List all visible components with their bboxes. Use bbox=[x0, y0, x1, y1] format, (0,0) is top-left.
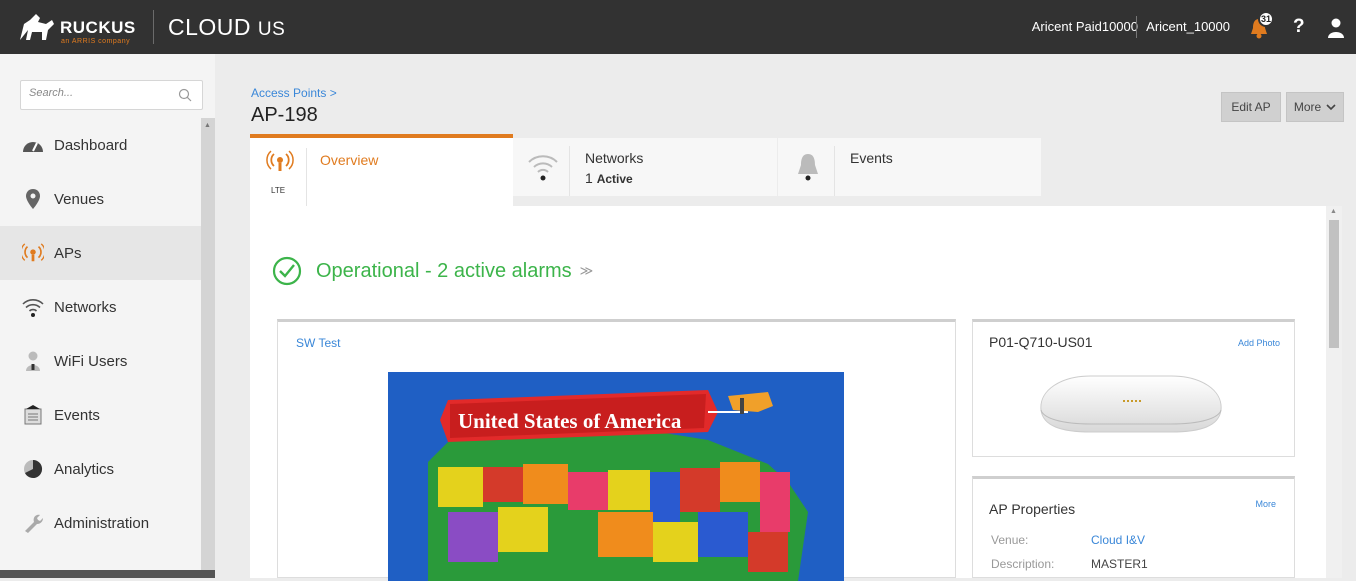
status-banner[interactable]: Operational - 2 active alarms ≫ bbox=[272, 256, 593, 286]
tab-divider bbox=[306, 148, 307, 206]
tab-networks[interactable]: Networks 1 Active bbox=[513, 138, 777, 196]
product-region: US bbox=[257, 19, 286, 40]
tab-overview[interactable]: LTE Overview bbox=[250, 134, 513, 206]
page-title: AP-198 bbox=[251, 104, 318, 126]
description-value: MASTER1 bbox=[1091, 557, 1148, 571]
map-caption[interactable]: SW Test bbox=[296, 336, 340, 350]
sidebar-item-label: Events bbox=[54, 406, 100, 424]
check-circle-icon bbox=[272, 256, 302, 286]
us-map-illustration: United States of America bbox=[388, 372, 844, 581]
wifi-icon bbox=[22, 296, 44, 318]
search-box[interactable] bbox=[20, 80, 203, 110]
sidebar: Dashboard Venues APs Networks WiFi Users bbox=[0, 54, 215, 578]
double-chevron-down-icon[interactable]: ≫ bbox=[580, 263, 594, 279]
ap-radio-icon bbox=[22, 242, 44, 264]
chevron-down-icon bbox=[1326, 104, 1336, 111]
ap-properties-card: AP Properties More Venue: Cloud I&V Desc… bbox=[972, 476, 1295, 578]
tab-label: Networks bbox=[585, 150, 644, 166]
sidebar-item-administration[interactable]: Administration bbox=[0, 496, 201, 550]
sidebar-item-label: Networks bbox=[54, 298, 117, 316]
ap-model-card: P01-Q710-US01 Add Photo bbox=[972, 319, 1295, 457]
brand-subtitle: an ARRIS company bbox=[61, 38, 131, 45]
ruckus-dog-icon bbox=[20, 14, 54, 40]
active-network-count: 1 bbox=[585, 170, 593, 186]
floor-plan-image[interactable]: United States of America bbox=[388, 372, 844, 581]
wifi-icon bbox=[528, 155, 558, 181]
venue-label: Venue: bbox=[991, 533, 1029, 547]
sidebar-item-label: Administration bbox=[54, 514, 150, 532]
product-title: CLOUD US bbox=[168, 14, 285, 41]
events-icon bbox=[22, 404, 44, 426]
product-name: CLOUD bbox=[168, 14, 252, 40]
tab-label: Overview bbox=[320, 152, 379, 168]
add-photo-link[interactable]: Add Photo bbox=[1238, 338, 1280, 348]
access-point-image bbox=[1040, 375, 1222, 433]
map-pin-icon bbox=[22, 188, 44, 210]
map-banner-text: United States of America bbox=[458, 409, 682, 433]
header-divider bbox=[153, 10, 154, 44]
sidebar-item-venues[interactable]: Venues bbox=[0, 172, 201, 226]
notification-badge[interactable]: 31 bbox=[1258, 11, 1274, 27]
lte-badge: LTE bbox=[271, 186, 286, 195]
edit-ap-button[interactable]: Edit AP bbox=[1221, 92, 1281, 122]
user-icon[interactable] bbox=[1328, 18, 1344, 38]
status-text: Operational - 2 active alarms bbox=[316, 259, 572, 282]
sidebar-item-dashboard[interactable]: Dashboard bbox=[0, 118, 201, 172]
top-bar: RUCKUS an ARRIS company CLOUD US Aricent… bbox=[0, 0, 1356, 54]
tab-divider bbox=[569, 146, 570, 196]
main-scrollbar[interactable]: ▲ bbox=[1326, 206, 1342, 578]
ruckus-logo[interactable]: RUCKUS an ARRIS company bbox=[14, 8, 144, 48]
sidebar-item-aps[interactable]: APs bbox=[0, 226, 201, 280]
sidebar-footer-bar bbox=[0, 570, 215, 578]
sidebar-item-networks[interactable]: Networks bbox=[0, 280, 201, 334]
venue-value[interactable]: Cloud I&V bbox=[1091, 533, 1145, 547]
wifi-user-icon bbox=[22, 350, 44, 372]
tab-label: Events bbox=[850, 150, 893, 166]
scroll-up-arrow-icon[interactable]: ▲ bbox=[204, 122, 211, 129]
tab-events[interactable]: Events bbox=[778, 138, 1041, 196]
sidebar-item-label: WiFi Users bbox=[54, 352, 128, 370]
sidebar-item-label: Venues bbox=[54, 190, 105, 208]
scroll-up-arrow-icon[interactable]: ▲ bbox=[1330, 208, 1337, 215]
wrench-icon bbox=[22, 512, 44, 534]
ap-lte-icon bbox=[266, 150, 294, 171]
tab-divider bbox=[834, 146, 835, 196]
search-icon[interactable] bbox=[178, 88, 192, 102]
account-name[interactable]: Aricent Paid10000 bbox=[1032, 19, 1138, 34]
scrollbar-thumb[interactable] bbox=[1329, 220, 1339, 348]
account-divider bbox=[1136, 16, 1137, 38]
venue-map-card: SW Test United States of America bbox=[277, 319, 956, 581]
more-button[interactable]: More bbox=[1286, 92, 1344, 122]
sidebar-scrollbar[interactable]: ▲ bbox=[201, 118, 215, 578]
pie-chart-icon bbox=[22, 458, 44, 480]
properties-heading: AP Properties bbox=[989, 501, 1076, 517]
more-button-label: More bbox=[1293, 100, 1322, 114]
breadcrumb[interactable]: Access Points > bbox=[251, 86, 337, 100]
ap-model: P01-Q710-US01 bbox=[989, 334, 1093, 350]
description-label: Description: bbox=[991, 557, 1055, 571]
account-id[interactable]: Aricent_10000 bbox=[1146, 19, 1230, 34]
properties-more-link[interactable]: More bbox=[1255, 499, 1276, 509]
help-icon[interactable]: ? bbox=[1293, 16, 1305, 38]
sidebar-nav: Dashboard Venues APs Networks WiFi Users bbox=[0, 118, 201, 550]
tab-sub: 1 Active bbox=[585, 170, 633, 186]
sidebar-item-label: APs bbox=[54, 244, 82, 262]
sidebar-item-wifi-users[interactable]: WiFi Users bbox=[0, 334, 201, 388]
sidebar-item-label: Analytics bbox=[54, 460, 115, 478]
gauge-icon bbox=[22, 134, 44, 156]
sidebar-item-label: Dashboard bbox=[54, 136, 128, 154]
search-input[interactable] bbox=[29, 87, 169, 99]
bell-icon bbox=[798, 154, 818, 181]
sidebar-item-analytics[interactable]: Analytics bbox=[0, 442, 201, 496]
sidebar-item-events[interactable]: Events bbox=[0, 388, 201, 442]
brand-name: RUCKUS bbox=[60, 18, 136, 37]
active-network-label: Active bbox=[596, 172, 633, 186]
